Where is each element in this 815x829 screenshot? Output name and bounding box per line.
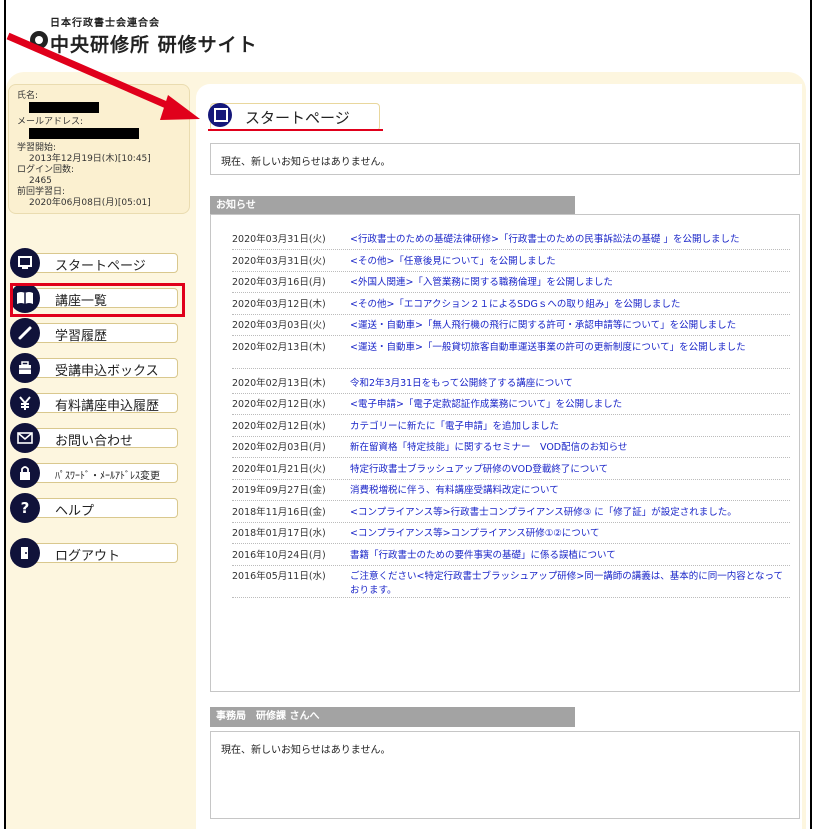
mail-icon xyxy=(10,423,40,453)
briefcase-icon xyxy=(10,353,40,383)
nav-label: 受講申込ボックス xyxy=(55,364,159,379)
news-title-link[interactable]: <行政書士のための基礎法律研修>「行政書士のための民事訴訟法の基礎 」を公開しま… xyxy=(350,230,790,249)
study-start-value: 2013年12月19日(木)[10:45] xyxy=(29,154,151,164)
news-row: 2020年03月12日(木) <その他>「エコアクション２１によるSDGｓへの取り… xyxy=(232,295,790,315)
news-row: 2020年03月16日(月) <外国人関連>「入管業務に関する職務倫理」を公開しま… xyxy=(232,273,790,293)
news-title-link[interactable]: <その他>「エコアクション２１によるSDGｓへの取り組み」を公開しました xyxy=(350,295,790,314)
news-title-link[interactable]: 特定行政書士ブラッシュアップ研修のVOD登載終了について xyxy=(350,460,790,479)
news-row: 2016年05月11日(水) ご注意ください<特定行政書士ブラッシュアップ研修>同… xyxy=(232,567,790,598)
news-row: 2016年10月24日(月) 書籍「行政書士のための要件事実の基礎」に係る誤植につ… xyxy=(232,546,790,566)
redacted-name xyxy=(29,102,99,113)
news-header: お知らせ xyxy=(210,196,575,216)
news-date: 2020年02月03日(月) xyxy=(232,442,326,453)
news-row: 2020年03月03日(火) <運送・自動車>「無人飛行機の飛行に関する許可・承認… xyxy=(232,316,790,336)
news-date: 2020年02月12日(水) xyxy=(232,399,326,410)
news-title-link[interactable]: カテゴリーに新たに「電子申請」を追加しました xyxy=(350,417,790,436)
news-row: 2020年02月12日(水) <電子申請>「電子定款認証作成業務について」を公開し… xyxy=(232,395,790,415)
office-notice-text: 現在、新しいお知らせはありません。 xyxy=(221,745,391,756)
nav-pill xyxy=(26,498,178,518)
news-date: 2020年03月03日(火) xyxy=(232,320,326,331)
nav-item-application-box[interactable]: 受講申込ボックス xyxy=(10,353,180,383)
news-row: 2018年01月17日(水) <コンプライアンス等>コンプライアンス研修①②につい… xyxy=(232,524,790,544)
lock-icon xyxy=(10,458,40,488)
news-row: 2020年02月03日(月) 新在留資格「特定技能」に関するセミナー VOD配信の… xyxy=(232,438,790,458)
news-date: 2020年01月21日(火) xyxy=(232,463,326,475)
news-row: 2018年11月16日(金) <コンプライアンス等>行政書士コンプライアンス研修③… xyxy=(232,503,790,523)
news-date: 2019年09月27日(金) xyxy=(232,485,326,496)
course-list-highlight-box xyxy=(10,283,185,317)
news-row: 2019年09月27日(金) 消費税増税に伴う、有料講座受講料改定について xyxy=(232,481,790,501)
page-heading: スタートページ xyxy=(245,109,350,127)
nav-label: お問い合わせ xyxy=(55,434,134,449)
news-title-link[interactable]: <電子申請>「電子定款認証作成業務について」を公開しました xyxy=(350,395,790,414)
news-title-link[interactable]: <コンプライアンス等>行政書士コンプライアンス研修③ に「修了証」が設定されまし… xyxy=(350,503,790,522)
site-title[interactable]: 中央研修所 研修サイト xyxy=(50,30,258,57)
login-count-label: ログイン回数: xyxy=(17,165,75,175)
news-row: 2020年02月12日(水) カテゴリーに新たに「電子申請」を追加しました xyxy=(232,417,790,437)
news-date: 2018年01月17日(水) xyxy=(232,528,326,539)
news-row: 2020年03月31日(火) <その他>「任意後見について」を公開しました xyxy=(232,252,790,272)
question-icon: ? xyxy=(10,493,40,523)
yen-icon xyxy=(10,388,40,418)
association-seal-icon xyxy=(30,31,48,49)
nav-item-password-email-change[interactable]: ﾊﾟｽﾜｰﾄﾞ・ﾒｰﾙｱﾄﾞﾚｽ変更 xyxy=(10,458,180,488)
news-date: 2020年03月12日(木) xyxy=(232,298,326,310)
email-label: メールアドレス: xyxy=(17,117,84,127)
news-row: 2020年02月13日(木) <運送・自動車>「一般貸切旅客自動車運送事業の許可の… xyxy=(232,338,790,369)
association-name: 日本行政書士会連合会 xyxy=(50,18,160,29)
nav-label: 有料講座申込履歴 xyxy=(55,399,160,414)
nav-label: ﾊﾟｽﾜｰﾄﾞ・ﾒｰﾙｱﾄﾞﾚｽ変更 xyxy=(55,471,160,482)
news-title-link[interactable]: 新在留資格「特定技能」に関するセミナー VOD配信のお知らせ xyxy=(350,438,790,457)
news-date: 2016年10月24日(月) xyxy=(232,549,326,561)
top-notice-text: 現在、新しいお知らせはありません。 xyxy=(221,157,391,168)
news-title-link[interactable]: <運送・自動車>「無人飛行機の飛行に関する許可・承認申請等について」を公開しまし… xyxy=(350,316,790,335)
office-header: 事務局 研修課 さんへ xyxy=(210,707,575,727)
nav-item-contact[interactable]: お問い合わせ xyxy=(10,423,180,453)
last-study-label: 前回学習日: xyxy=(17,187,66,197)
news-title-link[interactable]: <運送・自動車>「一般貸切旅客自動車運送事業の許可の更新制度について」を公開しま… xyxy=(350,341,790,355)
news-row: 2020年02月13日(木) 令和2年3月31日をもって公開終了する講座について xyxy=(232,374,790,394)
news-date: 2020年03月31日(火) xyxy=(232,234,326,245)
news-title-link[interactable]: <外国人関連>「入管業務に関する職務倫理」を公開しました xyxy=(350,273,790,292)
news-row: 2020年01月21日(火) 特定行政書士ブラッシュアップ研修のVOD登載終了につ… xyxy=(232,460,790,480)
news-date: 2020年03月31日(火) xyxy=(232,255,326,267)
news-date: 2020年03月16日(月) xyxy=(232,277,326,288)
monitor-icon xyxy=(10,248,40,278)
news-title-link[interactable]: <コンプライアンス等>コンプライアンス研修①②について xyxy=(350,524,790,543)
nav-label: ヘルプ xyxy=(55,504,95,519)
news-date: 2020年02月12日(水) xyxy=(232,420,326,432)
nav-item-study-history[interactable]: 学習履歴 xyxy=(10,318,180,348)
nav-item-start-page[interactable]: スタートページ xyxy=(10,248,180,278)
study-start-label: 学習開始: xyxy=(17,143,57,153)
login-count-value: 2465 xyxy=(29,176,52,186)
news-title-link[interactable]: 令和2年3月31日をもって公開終了する講座について xyxy=(350,374,790,393)
news-title-link[interactable]: 消費税増税に伴う、有料講座受講料改定について xyxy=(350,481,790,500)
news-date: 2018年11月16日(金) xyxy=(232,506,326,518)
exit-icon xyxy=(10,538,40,568)
name-label: 氏名: xyxy=(17,91,39,101)
news-date: 2016年05月11日(水) xyxy=(232,571,326,582)
news-date: 2020年02月13日(木) xyxy=(232,341,326,353)
office-notice-box: 現在、新しいお知らせはありません。 xyxy=(210,731,800,819)
monitor-icon xyxy=(208,103,232,127)
redacted-email xyxy=(29,128,139,139)
last-study-value: 2020年06月08日(月)[05:01] xyxy=(29,198,151,208)
news-date: 2020年02月13日(木) xyxy=(232,377,326,389)
nav-item-paid-course-history[interactable]: 有料講座申込履歴 xyxy=(10,388,180,418)
top-notice-box: 現在、新しいお知らせはありません。 xyxy=(210,143,800,175)
news-title-link[interactable]: <その他>「任意後見について」を公開しました xyxy=(350,252,790,271)
nav-label: ログアウト xyxy=(55,549,121,564)
news-title-link[interactable]: 書籍「行政書士のための要件事実の基礎」に係る誤植について xyxy=(350,546,790,565)
nav-label: 学習履歴 xyxy=(55,329,108,344)
pencil-icon xyxy=(10,318,40,348)
news-row: 2020年03月31日(火) <行政書士のための基礎法律研修>「行政書士のための民… xyxy=(232,230,790,250)
user-info-panel: 氏名: メールアドレス: 学習開始: 2013年12月19日(木)[10:45]… xyxy=(8,84,190,214)
nav-label: スタートページ xyxy=(55,259,146,274)
nav-item-help[interactable]: ? ヘルプ xyxy=(10,493,180,523)
nav-item-logout[interactable]: ログアウト xyxy=(10,538,180,568)
news-title-link[interactable]: ご注意ください<特定行政書士ブラッシュアップ研修>同一講師の講義は、基本的に同一… xyxy=(350,570,790,598)
heading-red-underline xyxy=(208,129,383,131)
